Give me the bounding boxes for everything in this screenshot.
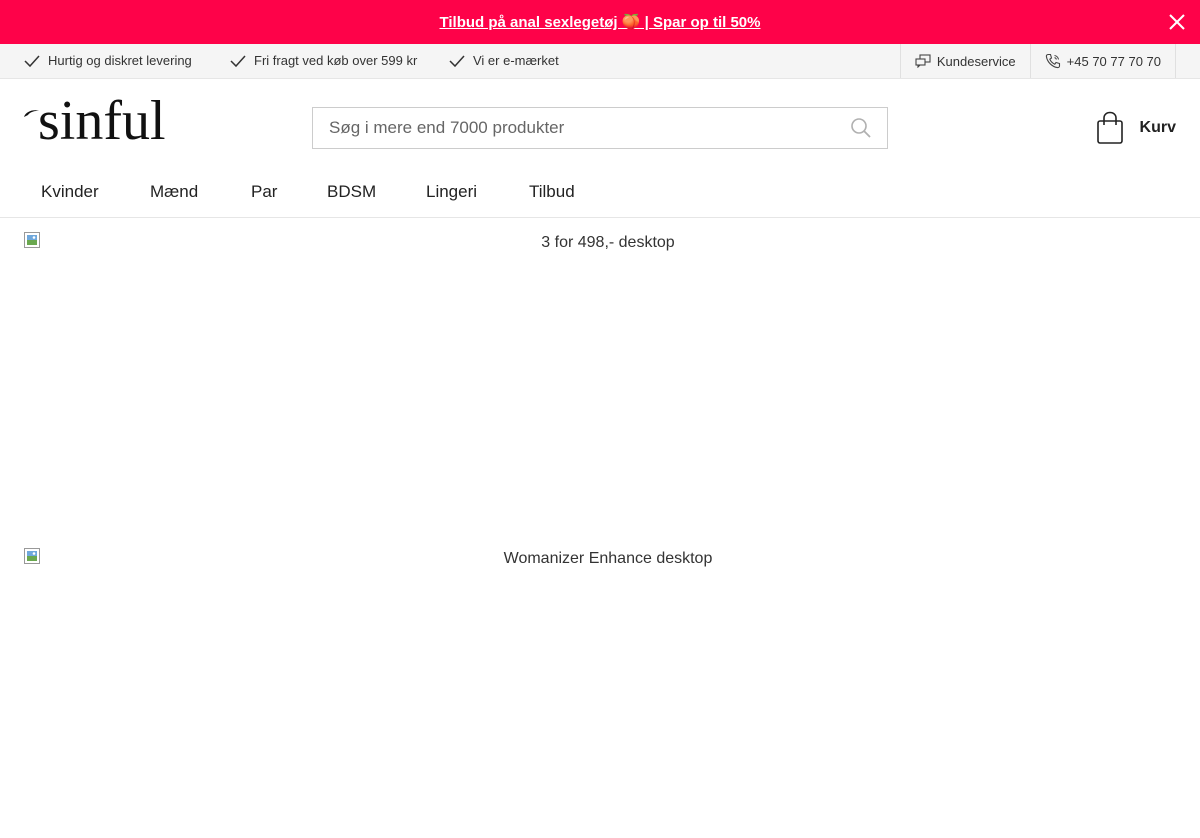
usp-bar: Hurtig og diskret levering Fri fragt ved… — [0, 44, 1200, 79]
banner-womanizer-enhance[interactable]: Womanizer Enhance desktop — [24, 548, 1192, 838]
sinful-logo[interactable]: sinful — [22, 93, 197, 157]
cart-label: Kurv — [1139, 119, 1176, 136]
header: sinful Kurv — [0, 79, 1200, 179]
customer-service-link[interactable]: Kundeservice — [899, 44, 1030, 78]
banner-alt-text: Womanizer Enhance desktop — [503, 550, 713, 567]
nav-item-tilbud[interactable]: Tilbud — [529, 182, 575, 202]
usp-item-emaerket: Vi er e-mærket — [449, 53, 559, 68]
nav-item-lingeri[interactable]: Lingeri — [426, 182, 477, 202]
logo-text: sinful — [38, 90, 166, 152]
checkmark-icon — [230, 54, 246, 67]
search-input[interactable] — [313, 109, 835, 147]
nav-item-bdsm[interactable]: BDSM — [327, 182, 376, 202]
banner-3-for-498[interactable]: 3 for 498,- desktop — [24, 232, 1192, 522]
checkmark-icon — [24, 54, 40, 67]
promo-link[interactable]: Tilbud på anal sexlegetøj 🍑 | Spar op ti… — [439, 13, 760, 31]
phone-link[interactable]: +45 70 77 70 70 — [1029, 44, 1176, 78]
nav-item-kvinder[interactable]: Kvinder — [41, 182, 99, 202]
chat-bubbles-icon — [915, 54, 931, 68]
usp-label: Hurtig og diskret levering — [48, 53, 192, 68]
banner-alt-text: 3 for 498,- desktop — [541, 234, 675, 251]
nav-item-par[interactable]: Par — [251, 182, 277, 202]
search-bar — [312, 107, 888, 149]
close-icon[interactable] — [1168, 13, 1186, 31]
nav-item-maend[interactable]: Mænd — [150, 182, 198, 202]
usp-label: Vi er e-mærket — [473, 53, 559, 68]
promo-banner: Tilbud på anal sexlegetøj 🍑 | Spar op ti… — [0, 0, 1200, 44]
search-button[interactable] — [835, 109, 887, 147]
cart-button[interactable]: Kurv — [1096, 111, 1176, 145]
phone-icon — [1045, 53, 1060, 69]
shopping-bag-icon — [1096, 111, 1123, 144]
search-icon — [851, 118, 871, 138]
checkmark-icon — [449, 54, 465, 67]
service-links: Kundeservice +45 70 77 70 70 — [899, 44, 1176, 78]
phone-number: +45 70 77 70 70 — [1066, 53, 1161, 69]
usp-item-delivery: Hurtig og diskret levering — [24, 53, 192, 68]
main-nav: Kvinder Mænd Par BDSM Lingeri Tilbud — [0, 179, 1200, 218]
usp-label: Fri fragt ved køb over 599 kr — [254, 53, 418, 68]
usp-item-free-shipping: Fri fragt ved køb over 599 kr — [230, 53, 417, 68]
customer-service-label: Kundeservice — [936, 53, 1016, 69]
